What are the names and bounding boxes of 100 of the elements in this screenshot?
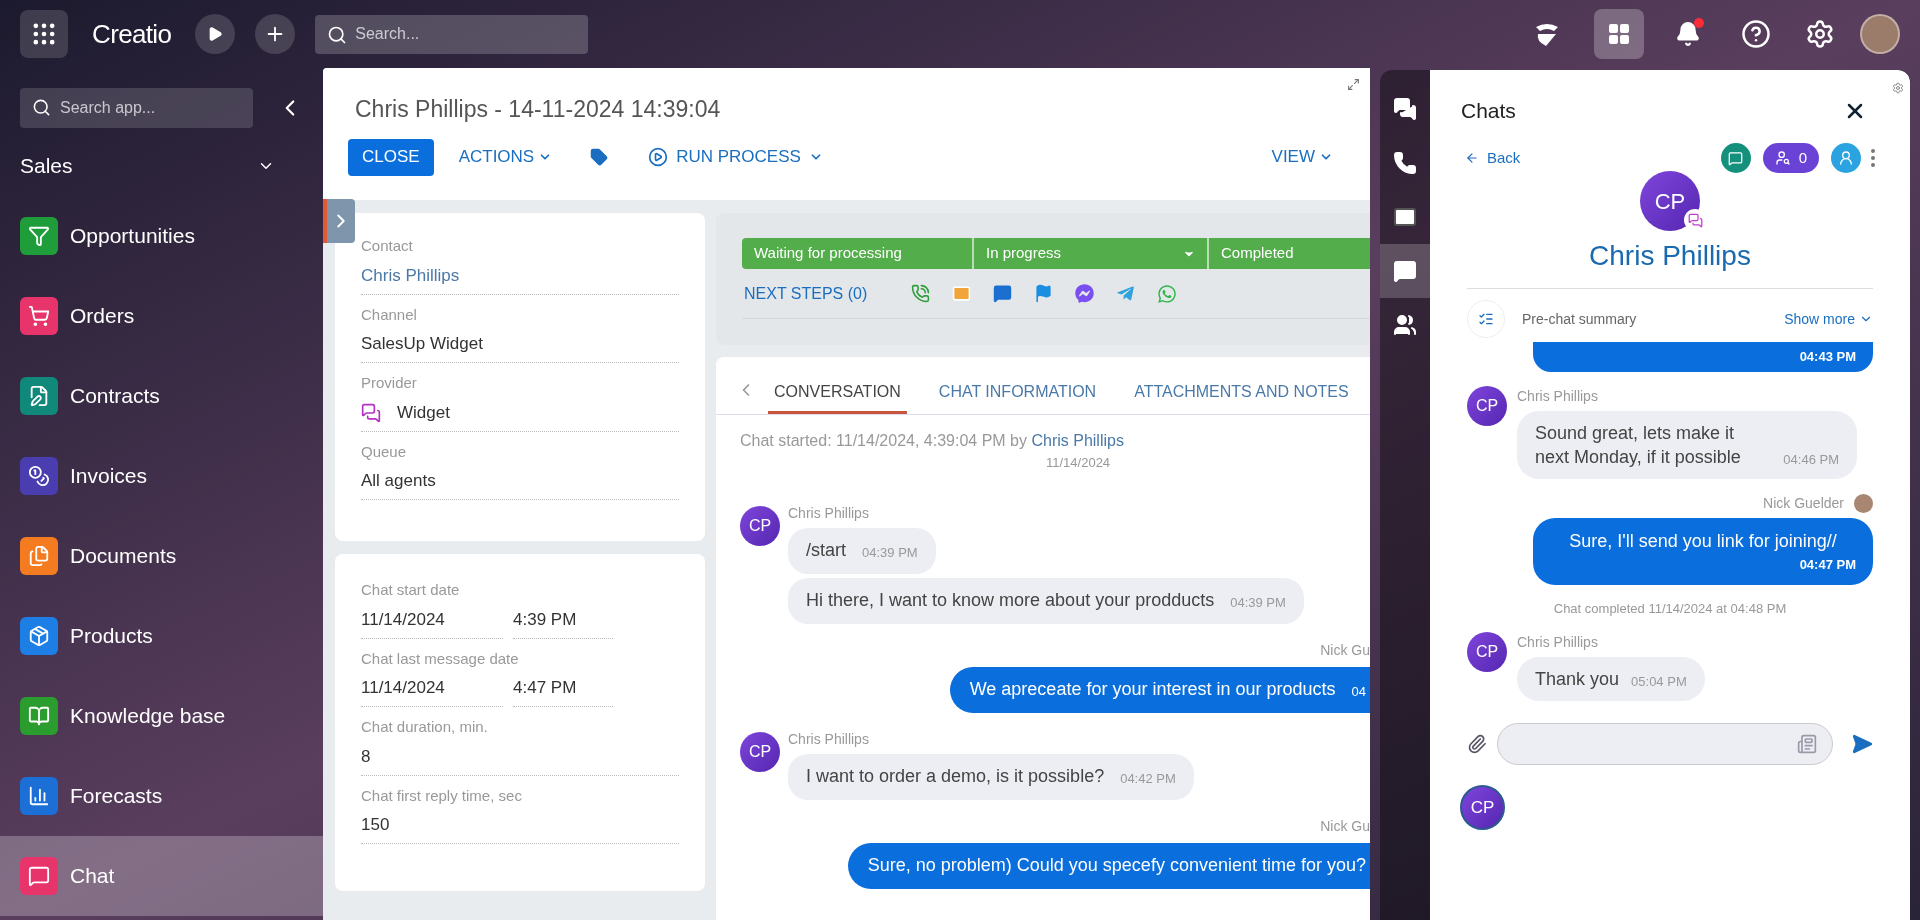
field-label: Chat first reply time, sec xyxy=(361,785,523,806)
user-icon xyxy=(1838,150,1854,166)
apps-menu-button[interactable] xyxy=(20,10,68,58)
close-button[interactable]: CLOSE xyxy=(348,138,434,176)
gear-icon xyxy=(1892,82,1904,94)
message-text: Thank you xyxy=(1535,668,1620,691)
search-icon xyxy=(32,98,51,117)
field-label: Chat start date xyxy=(361,580,461,600)
message-text: Sure, I'll send you link for joining// xyxy=(1569,530,1837,553)
view-button[interactable]: VIEW xyxy=(1271,144,1333,170)
field-label: Channel xyxy=(361,304,418,325)
message-time: 04:43 PM xyxy=(1799,348,1856,367)
avatar: CP xyxy=(740,505,780,546)
settings-icon xyxy=(1805,19,1835,49)
message-text: /start xyxy=(806,539,846,562)
actions-button[interactable]: ACTIONS xyxy=(458,144,553,170)
sidebar-item[interactable]: Contracts xyxy=(0,356,323,436)
contact-name[interactable]: Chris Phillips xyxy=(1589,235,1751,277)
sidebar-item-label: Opportunities xyxy=(70,223,195,250)
system-message: Chat completed 11/14/2024 at 04:48 PM xyxy=(1553,599,1787,618)
show-more-link[interactable]: Show more xyxy=(1784,308,1873,330)
tag-button[interactable] xyxy=(590,148,609,166)
sidebar-item-label: Documents xyxy=(70,543,177,570)
sidebar-item[interactable]: Opportunities xyxy=(0,196,323,276)
field-value: Widget xyxy=(397,401,450,424)
sidebar-item[interactable]: Invoices xyxy=(0,436,323,516)
template-icon xyxy=(1797,734,1817,754)
sidebar-item[interactable]: Orders xyxy=(0,276,323,356)
chat-icon[interactable] xyxy=(1380,244,1430,298)
sidebar-item-label: Contracts xyxy=(70,383,160,410)
more-button[interactable] xyxy=(1871,149,1875,167)
message-text: We apreceate for your interest in our products xyxy=(969,678,1336,701)
sidebar-item-label: Products xyxy=(70,623,153,650)
speech-bubble-icon xyxy=(1728,150,1744,166)
author-name: Chris Phillips xyxy=(1517,387,1598,406)
section-title: Sales xyxy=(20,153,74,180)
sidebar-item[interactable]: Chat xyxy=(0,836,323,916)
message-text: Sure, no problem) Could you specefy convenient time for you? xyxy=(867,854,1366,877)
message-input[interactable] xyxy=(1497,723,1833,765)
play-circle-icon xyxy=(648,147,669,167)
stage-step[interactable]: Completed xyxy=(1207,238,1370,269)
send-button[interactable] xyxy=(1851,733,1873,755)
author-name: Nick Gu xyxy=(1320,640,1370,660)
tab[interactable]: ATTACHMENTS AND NOTES xyxy=(1128,372,1355,414)
tag-icon xyxy=(590,148,609,166)
field-value: 4:39 PM xyxy=(513,601,613,639)
field-value: SalesUp Widget xyxy=(361,333,483,356)
transfer-button[interactable] xyxy=(1831,143,1861,173)
message-text: Sound great, lets make it next Monday, if it possible xyxy=(1535,422,1742,469)
message-text: Hi there, I want to know more about your prodducts xyxy=(806,589,1215,612)
sidebar-item[interactable]: Knowledge base xyxy=(0,676,323,756)
user-avatar xyxy=(1854,494,1873,513)
field-value: All agents xyxy=(361,470,436,493)
dashboard-button[interactable] xyxy=(1594,9,1644,59)
message-time: 04:39 PM xyxy=(862,543,918,562)
run-process-button[interactable]: RUN PROCESS xyxy=(648,144,823,170)
chat-started-text: Chat started: 11/14/2024, 4:39:04 PM by Chris Phillips xyxy=(740,431,1125,451)
sidebar-item-label: Orders xyxy=(70,303,135,330)
flag-icon[interactable] xyxy=(1034,284,1054,303)
message-time: 04:46 PM xyxy=(1783,450,1839,469)
author-name: Chris Phillips xyxy=(1517,633,1598,652)
prechat-label: Pre-chat summary xyxy=(1522,309,1638,329)
search-icon xyxy=(327,24,348,45)
field-value: 11/14/2024 xyxy=(361,601,503,639)
message-time: 04:42 PM xyxy=(1120,769,1176,788)
add-button[interactable] xyxy=(255,14,296,54)
panel-title: Chats xyxy=(1461,98,1517,125)
avatar: CP xyxy=(1467,386,1507,426)
tab[interactable]: CHAT INFORMATION xyxy=(932,372,1103,414)
contact-avatar: CP xyxy=(1640,171,1700,231)
agent-avatar[interactable]: CP xyxy=(1460,785,1505,830)
speech-bubble-icon[interactable] xyxy=(993,284,1013,303)
send-icon xyxy=(1851,733,1873,755)
sidebar-item[interactable]: Products xyxy=(0,596,323,676)
sidebar-item[interactable]: Forecasts xyxy=(0,756,323,836)
sidebar-item-label: Invoices xyxy=(70,463,148,490)
user-avatar[interactable] xyxy=(1860,14,1900,54)
field-value: 150 xyxy=(361,807,679,844)
grid-icon xyxy=(1607,22,1631,46)
message-text: I want to order a demo, is it possible? xyxy=(806,765,1105,788)
participants-button[interactable]: 0 xyxy=(1762,143,1819,173)
author-link[interactable]: Chris Phillips xyxy=(1031,432,1124,449)
expand-panel-button[interactable] xyxy=(323,199,355,243)
play-button[interactable] xyxy=(195,14,236,54)
avatar: CP xyxy=(1467,632,1507,672)
author-name: Nick Guelder xyxy=(1763,494,1844,513)
back-button[interactable]: Back xyxy=(1465,146,1521,170)
sidebar-item[interactable]: Documents xyxy=(0,516,323,596)
field-label: Contact xyxy=(361,236,414,256)
author-name: Nick Gu xyxy=(1320,816,1370,836)
contact-link[interactable]: Chris Phillips xyxy=(361,262,460,289)
next-steps-link[interactable]: NEXT STEPS (0) xyxy=(744,281,868,306)
lightning-bubble-icon[interactable] xyxy=(1075,284,1095,303)
tab[interactable]: CONVERSATION xyxy=(768,372,907,414)
message-time: 05:04 PM xyxy=(1631,672,1687,691)
complete-chat-button[interactable] xyxy=(1720,143,1751,173)
stage-step[interactable]: Waiting for processing xyxy=(742,238,972,269)
stage-step[interactable]: In progress xyxy=(972,238,1207,269)
field-value: 4:47 PM xyxy=(513,670,613,707)
sidebar-item-label: Forecasts xyxy=(70,783,163,810)
